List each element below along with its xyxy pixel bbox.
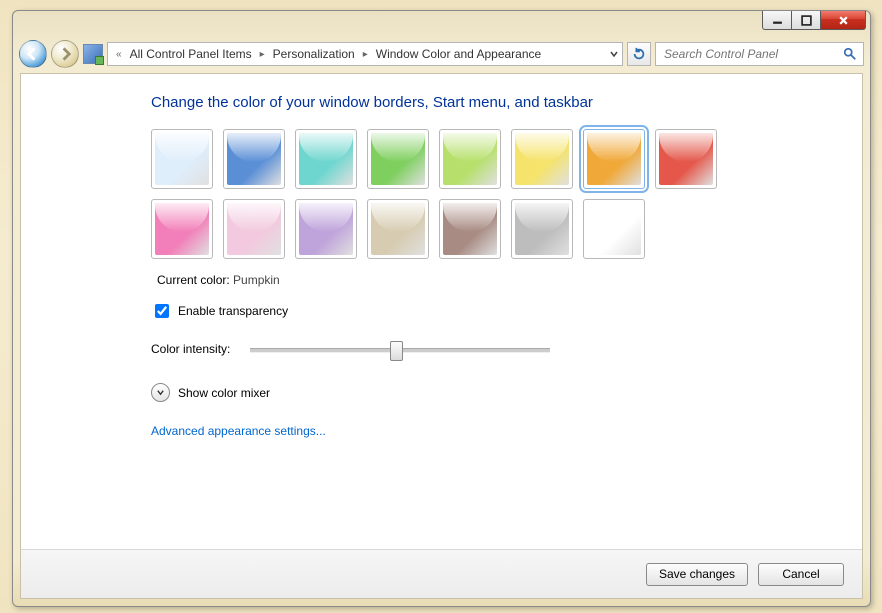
search-input[interactable] xyxy=(662,46,826,62)
color-swatch-sky[interactable] xyxy=(151,129,213,189)
chevron-right-icon: ▸ xyxy=(359,49,372,60)
color-swatch-leaf[interactable] xyxy=(367,129,429,189)
enable-transparency-label: Enable transparency xyxy=(178,304,288,318)
cancel-button[interactable]: Cancel xyxy=(758,563,844,586)
color-intensity-row: Color intensity: xyxy=(151,339,842,359)
show-color-mixer-label: Show color mixer xyxy=(178,386,270,400)
color-swatch-ruby[interactable] xyxy=(655,129,717,189)
navigation-bar: « All Control Panel Items ▸ Personalizat… xyxy=(13,39,870,69)
maximize-icon xyxy=(801,15,812,26)
forward-arrow-icon xyxy=(58,47,72,61)
color-swatch-lime[interactable] xyxy=(439,129,501,189)
search-box[interactable] xyxy=(655,42,864,66)
color-swatch-slate[interactable] xyxy=(511,199,573,259)
color-swatch-frost[interactable] xyxy=(583,199,645,259)
breadcrumb[interactable]: « All Control Panel Items ▸ Personalizat… xyxy=(107,42,623,66)
enable-transparency-checkbox[interactable] xyxy=(155,304,169,318)
search-icon xyxy=(843,47,857,61)
chevron-right-icon: ▸ xyxy=(256,49,269,60)
chevron-down-icon xyxy=(610,50,618,58)
slider-thumb[interactable] xyxy=(390,341,403,361)
color-swatch-grid xyxy=(151,129,751,259)
refresh-icon xyxy=(632,47,646,61)
color-swatch-violet[interactable] xyxy=(295,199,357,259)
control-panel-icon[interactable] xyxy=(83,44,103,64)
caption-buttons xyxy=(763,11,866,30)
window-frame: « All Control Panel Items ▸ Personalizat… xyxy=(12,10,871,607)
maximize-button[interactable] xyxy=(791,11,821,30)
minimize-icon xyxy=(772,15,783,26)
enable-transparency-row[interactable]: Enable transparency xyxy=(151,301,842,321)
current-color-row: Current color: Pumpkin xyxy=(157,273,842,287)
color-swatch-sea[interactable] xyxy=(295,129,357,189)
show-color-mixer-toggle[interactable]: Show color mixer xyxy=(151,383,842,402)
page-title: Change the color of your window borders,… xyxy=(151,94,842,111)
footer-bar: Save changes Cancel xyxy=(21,549,862,598)
back-button[interactable] xyxy=(19,40,47,68)
color-intensity-label: Color intensity: xyxy=(151,342,230,356)
current-color-value: Pumpkin xyxy=(233,273,280,287)
color-swatch-sun[interactable] xyxy=(511,129,573,189)
refresh-button[interactable] xyxy=(627,42,651,66)
save-changes-button[interactable]: Save changes xyxy=(646,563,748,586)
expander-circle xyxy=(151,383,170,402)
color-swatch-chocolate[interactable] xyxy=(439,199,501,259)
advanced-appearance-link[interactable]: Advanced appearance settings... xyxy=(151,424,842,438)
breadcrumb-current[interactable]: Window Color and Appearance xyxy=(376,47,541,61)
color-swatch-blush[interactable] xyxy=(223,199,285,259)
color-swatch-fuchsia[interactable] xyxy=(151,199,213,259)
chevron-down-icon xyxy=(156,388,165,397)
back-arrow-icon xyxy=(26,47,40,61)
current-color-label: Current color: xyxy=(157,273,230,287)
color-swatch-pumpkin[interactable] xyxy=(583,129,645,189)
close-icon xyxy=(838,15,849,26)
content-pane: Change the color of your window borders,… xyxy=(20,73,863,599)
minimize-button[interactable] xyxy=(762,11,792,30)
color-intensity-slider[interactable] xyxy=(250,339,550,359)
breadcrumb-dropdown[interactable] xyxy=(610,50,618,58)
breadcrumb-overflow-chevrons-icon[interactable]: « xyxy=(112,49,126,60)
close-button[interactable] xyxy=(820,11,866,30)
title-bar[interactable] xyxy=(13,11,870,39)
content-inner: Change the color of your window borders,… xyxy=(21,74,862,538)
color-swatch-taupe[interactable] xyxy=(367,199,429,259)
breadcrumb-root[interactable]: All Control Panel Items xyxy=(130,47,252,61)
breadcrumb-personalization[interactable]: Personalization xyxy=(273,47,355,61)
forward-button[interactable] xyxy=(51,40,79,68)
color-swatch-twilight[interactable] xyxy=(223,129,285,189)
